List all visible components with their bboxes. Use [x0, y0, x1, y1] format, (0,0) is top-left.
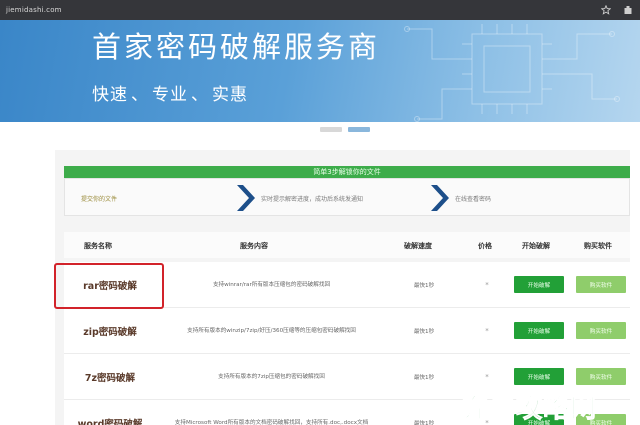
step-upload: 提交你的文件: [81, 195, 118, 203]
table-header: 服务名称 服务内容 破解速度 价格 开始破解 购买软件: [64, 232, 630, 258]
start-crack-button[interactable]: 开始破解: [514, 322, 564, 339]
highlight-box: [54, 263, 164, 309]
tagline-professional: 专业: [152, 85, 188, 105]
browser-toolbar: jiemidashi.com: [0, 0, 640, 20]
service-description: 支持Microsoft Word所有版本的文档密码破解找回，支持所有.doc,.…: [174, 419, 369, 425]
service-speed: 最快1秒: [413, 421, 435, 425]
star-icon[interactable]: [600, 3, 612, 16]
chevron-right-icon: [237, 185, 255, 211]
watermark-text: 奔鸿攻略网: [461, 394, 598, 425]
service-price: *: [485, 327, 489, 335]
banner-tagline: 快速、专业、实惠: [92, 80, 248, 105]
service-name[interactable]: word密码破解: [66, 400, 154, 425]
address-bar[interactable]: jiemidashi.com: [6, 6, 62, 14]
buy-software-button[interactable]: 购买软件: [576, 322, 626, 339]
service-speed: 最快1秒: [413, 375, 435, 381]
service-speed: 最快1秒: [413, 329, 435, 335]
header-buy: 购买软件: [584, 242, 612, 250]
header-start: 开始破解: [522, 242, 550, 250]
header-speed: 破解速度: [404, 242, 432, 250]
steps-header: 简单3步解锁你的文件: [64, 166, 630, 178]
start-crack-button[interactable]: 开始破解: [514, 276, 564, 293]
extensions-icon[interactable]: [622, 3, 634, 16]
service-name[interactable]: 7z密码破解: [66, 354, 154, 400]
tagline-fast: 快速: [92, 85, 128, 105]
watermark: 奔鸿攻略网: [461, 388, 598, 425]
service-description: 支持所有版本的7zip压缩包的密码破解找回: [218, 373, 325, 380]
tagline-separator: 、: [191, 85, 209, 105]
table-row: zip密码破解 支持所有版本的winzip/7zip/好压/360压缩等的压缩包…: [64, 308, 630, 354]
service-description: 支持winrar/rar所有版本压缩包的密码破解找回: [212, 281, 331, 288]
step-progress: 实时提示解密进度，成功后系统发通知: [261, 195, 364, 203]
header-price: 价格: [478, 242, 492, 250]
header-service-name: 服务名称: [84, 242, 112, 250]
start-crack-button[interactable]: 开始破解: [514, 368, 564, 385]
banner-title: 首家密码破解服务商: [92, 30, 381, 64]
service-description: 支持所有版本的winzip/7zip/好压/360压缩等的压缩包密码破解找回: [187, 327, 356, 334]
buy-software-button[interactable]: 购买软件: [576, 276, 626, 293]
chevron-right-icon: [431, 185, 449, 211]
tagline-affordable: 实惠: [212, 85, 248, 105]
carousel-indicators: [320, 127, 370, 132]
service-name[interactable]: zip密码破解: [66, 308, 154, 354]
header-service-content: 服务内容: [240, 242, 268, 250]
hero-banner: 首家密码破解服务商 快速、专业、实惠: [0, 20, 640, 122]
carousel-dot-active[interactable]: [348, 127, 370, 132]
steps-bar: 提交你的文件 实时提示解密进度，成功后系统发通知 在线查看密码: [64, 178, 630, 216]
tagline-separator: 、: [131, 85, 149, 105]
service-speed: 最快1秒: [413, 283, 435, 289]
service-price: *: [485, 281, 489, 289]
circuit-chip-illustration: [404, 24, 620, 122]
buy-software-button[interactable]: 购买软件: [576, 368, 626, 385]
carousel-dot[interactable]: [320, 127, 342, 132]
step-view-password: 在线查看密码: [455, 195, 492, 203]
